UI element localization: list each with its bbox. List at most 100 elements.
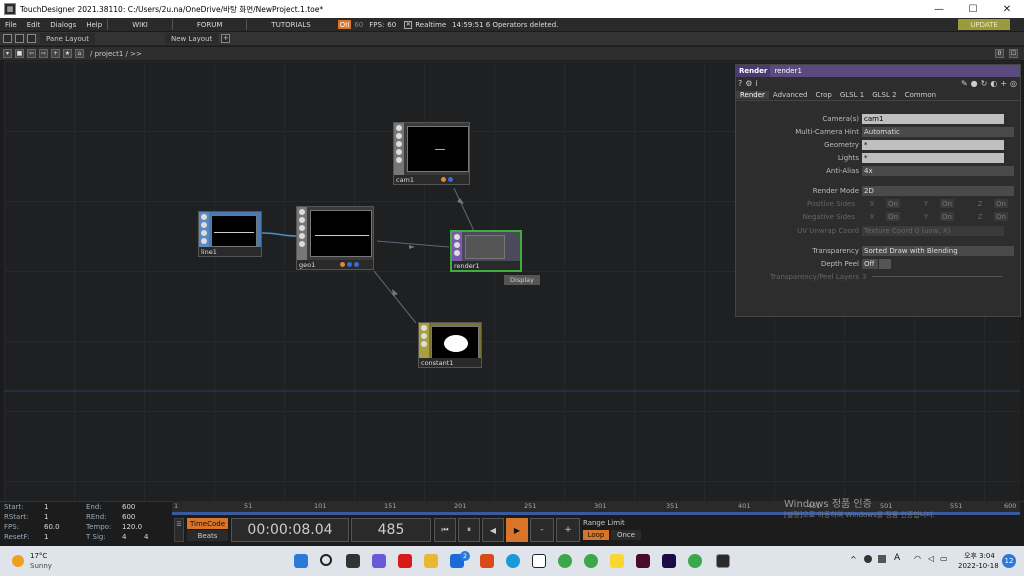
frame-display[interactable]: 485: [351, 518, 431, 542]
tutorials-button[interactable]: TUTORIALS: [246, 19, 334, 30]
maximize-button[interactable]: ☐: [956, 0, 990, 18]
clock-date[interactable]: 2022-10-18: [958, 562, 999, 570]
file-explorer-icon[interactable]: [424, 554, 438, 568]
back-icon[interactable]: ⇦: [27, 49, 36, 58]
kakaotalk-icon[interactable]: [610, 554, 624, 568]
menu-dialogs[interactable]: Dialogs: [45, 21, 81, 29]
view-icon[interactable]: ▾: [3, 49, 12, 58]
stop-icon[interactable]: ■: [15, 49, 24, 58]
peel-layers-value[interactable]: 3: [862, 273, 866, 281]
line1-node[interactable]: line1: [198, 211, 262, 257]
realtime-checkbox[interactable]: ✕: [404, 20, 413, 29]
menu-file[interactable]: File: [0, 21, 22, 29]
geometry-field[interactable]: *: [862, 139, 1004, 150]
forum-button[interactable]: FORUM: [171, 19, 247, 30]
volume-icon[interactable]: ◁: [928, 554, 934, 563]
neg-y-toggle[interactable]: On: [940, 212, 954, 221]
tray-app2-icon[interactable]: [878, 555, 886, 563]
antialias-menu[interactable]: 4x: [862, 165, 1014, 176]
op-name-field[interactable]: render1: [770, 67, 802, 75]
tab-crop[interactable]: Crop: [812, 91, 836, 99]
edit-icon[interactable]: ✎: [961, 79, 968, 88]
wifi-icon[interactable]: ◠: [914, 554, 921, 563]
loop-toggle[interactable]: Loop: [583, 530, 609, 540]
uv-unwrap-field[interactable]: Texture Coord 0 (uvw, X): [862, 225, 1004, 236]
rewind-button[interactable]: ⏮: [434, 518, 456, 542]
new-layout-tab[interactable]: New Layout: [164, 33, 219, 44]
step-back-button[interactable]: -: [530, 518, 554, 542]
office-icon[interactable]: [480, 554, 494, 568]
neg-x-toggle[interactable]: On: [886, 212, 900, 221]
color-icon[interactable]: ◐: [990, 79, 997, 88]
constant1-node[interactable]: constant1: [418, 322, 482, 368]
comment-icon[interactable]: ●: [971, 79, 978, 88]
menu-edit[interactable]: Edit: [22, 21, 46, 29]
once-toggle[interactable]: Once: [611, 530, 641, 540]
oii-badge[interactable]: OII: [337, 20, 352, 29]
camera-field[interactable]: cam1: [862, 113, 1004, 124]
render1-node[interactable]: render1: [450, 230, 522, 272]
timecode-toggle[interactable]: TimeCode: [187, 518, 228, 529]
tab-common[interactable]: Common: [901, 91, 941, 99]
bookmark-icon[interactable]: ★: [63, 49, 72, 58]
add-layout-button[interactable]: +: [221, 34, 231, 43]
start-icon[interactable]: [294, 554, 308, 568]
tsig-b-value[interactable]: 4: [144, 533, 148, 541]
notification-badge[interactable]: 12: [1002, 554, 1016, 568]
edge-icon[interactable]: [506, 554, 520, 568]
pane-count-button[interactable]: 0: [995, 49, 1004, 58]
help-icon[interactable]: ?: [738, 79, 742, 88]
pos-x-toggle[interactable]: On: [886, 199, 900, 208]
refresh-icon[interactable]: ↻: [981, 79, 988, 88]
beats-toggle[interactable]: Beats: [187, 530, 228, 541]
pos-y-toggle[interactable]: On: [940, 199, 954, 208]
timeline-menu-icon[interactable]: ☰: [174, 518, 184, 542]
clock-time[interactable]: 오후 3:04: [964, 551, 995, 561]
neg-z-toggle[interactable]: On: [994, 212, 1008, 221]
transparency-menu[interactable]: Sorted Draw with Blending: [862, 245, 1014, 256]
tray-app-icon[interactable]: [864, 555, 872, 563]
python-icon[interactable]: ⚙: [745, 79, 752, 88]
tab-glsl1[interactable]: GLSL 1: [836, 91, 868, 99]
search-icon[interactable]: [320, 554, 332, 566]
target-icon[interactable]: ◎: [1010, 79, 1017, 88]
tab-render[interactable]: Render: [736, 90, 769, 99]
rstart-value[interactable]: 1: [44, 513, 48, 521]
netflix-icon[interactable]: [398, 554, 412, 568]
pane-expand-icon[interactable]: [15, 34, 24, 43]
notion-icon[interactable]: [532, 554, 546, 568]
weather-text[interactable]: Sunny: [30, 562, 52, 570]
after-effects-icon[interactable]: [662, 554, 676, 568]
resetf-value[interactable]: 1: [44, 533, 48, 541]
tempo-value[interactable]: 120.0: [122, 523, 142, 531]
multicam-menu[interactable]: Automatic: [862, 126, 1014, 137]
play-reverse-button[interactable]: ◀: [482, 518, 504, 542]
close-button[interactable]: ✕: [990, 0, 1024, 18]
minimize-button[interactable]: —: [922, 0, 956, 18]
indesign-icon[interactable]: [636, 554, 650, 568]
ime-indicator[interactable]: A: [894, 553, 900, 563]
depth-peel-toggle[interactable]: Off: [862, 258, 878, 269]
chrome-icon[interactable]: [558, 554, 572, 568]
add-icon[interactable]: +: [51, 49, 60, 58]
lights-field[interactable]: *: [862, 152, 1004, 163]
chrome-profile-icon[interactable]: [584, 554, 598, 568]
wiki-button[interactable]: WIKI: [107, 19, 172, 30]
info-icon[interactable]: i: [755, 79, 757, 88]
task-view-icon[interactable]: [346, 554, 360, 568]
home-icon[interactable]: ⌂: [75, 49, 84, 58]
pane-close-icon[interactable]: [27, 34, 36, 43]
tsig-a-value[interactable]: 4: [122, 533, 126, 541]
update-button[interactable]: UPDATE: [958, 19, 1010, 30]
start-value[interactable]: 1: [44, 503, 48, 511]
rend-value[interactable]: 600: [122, 513, 135, 521]
pane-maximize-button[interactable]: ☐: [1009, 49, 1018, 58]
cam1-node[interactable]: cam1: [393, 122, 470, 185]
tab-glsl2[interactable]: GLSL 2: [868, 91, 900, 99]
end-value[interactable]: 600: [122, 503, 135, 511]
chrome-window-icon[interactable]: [688, 554, 702, 568]
timecode-display[interactable]: 00:00:08.04: [231, 518, 349, 542]
geo1-node[interactable]: geo1: [296, 206, 374, 270]
battery-icon[interactable]: ▭: [940, 554, 948, 563]
tab-advanced[interactable]: Advanced: [769, 91, 812, 99]
